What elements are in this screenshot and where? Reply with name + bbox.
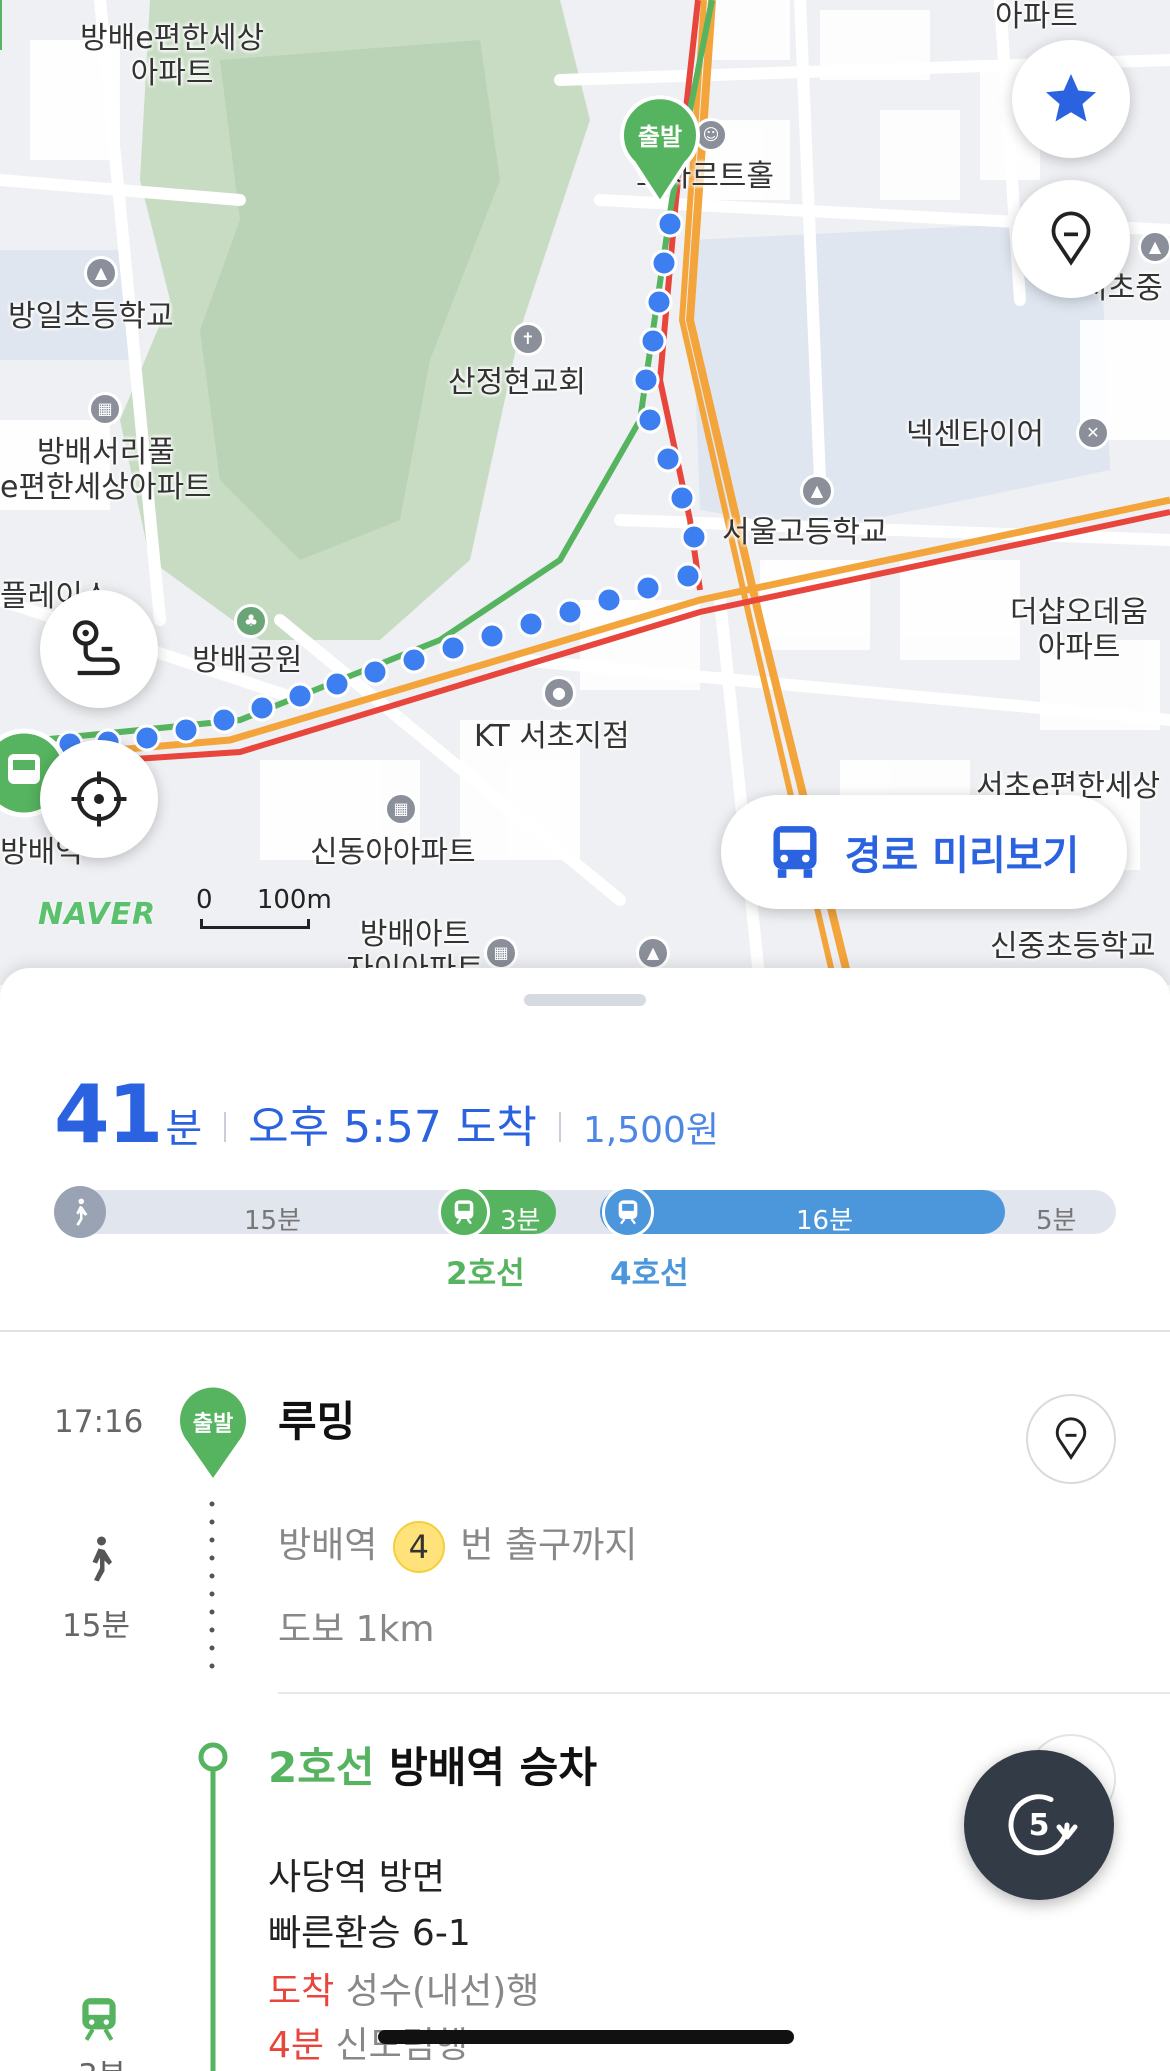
scale-start-label: 0 bbox=[196, 885, 213, 915]
repair-poi-icon[interactable]: ✕ bbox=[1076, 416, 1110, 450]
walk-dest-prefix: 방배역 bbox=[278, 1525, 378, 1566]
exit-number-badge: 4 bbox=[392, 1521, 445, 1573]
start-badge-label: 출발 bbox=[192, 1412, 234, 1437]
route-preview-label: 경로 미리보기 bbox=[844, 833, 1080, 879]
sheet-drag-handle[interactable] bbox=[524, 994, 646, 1006]
apartment-poi-icon[interactable]: ▦ bbox=[88, 392, 122, 426]
map-label-bangbae-e-apt[interactable]: 방배e편한세상 아파트 bbox=[80, 21, 264, 91]
star-icon bbox=[1046, 74, 1096, 122]
map-label-sanjeong-church[interactable]: 산정현교회 bbox=[448, 365, 586, 401]
walk-step-icon bbox=[82, 1534, 118, 1588]
line2-segment-icon bbox=[438, 1186, 490, 1238]
fast-transfer-text: 빠른환승 6-1 bbox=[268, 1913, 471, 1954]
start-location-button[interactable] bbox=[1026, 1394, 1116, 1484]
refresh-icon: 5 bbox=[1008, 1794, 1078, 1856]
start-pin-label: 출발 bbox=[637, 123, 683, 151]
subway-time: 3분 bbox=[78, 2050, 126, 2071]
route-summary: 41 분 오후 5:57 도착 1,500원 bbox=[54, 1068, 719, 1161]
map-label-bangbae-seori[interactable]: 방배서리풀 e편한세상아파트 bbox=[0, 435, 212, 505]
apartment-poi-icon-art[interactable]: ▦ bbox=[484, 936, 518, 970]
walk-segment-icon bbox=[54, 1186, 106, 1238]
scale-bar bbox=[200, 919, 310, 929]
refresh-count: 5 bbox=[1029, 1808, 1050, 1843]
walk-dest-suffix: 번 출구까지 bbox=[460, 1525, 638, 1566]
subway-step-icon bbox=[74, 1994, 124, 2048]
map-label-bangbae-park[interactable]: 방배공원 bbox=[192, 643, 302, 679]
fare-amount: 1,500원 bbox=[582, 1110, 720, 1151]
school-poi-icon-sinjung[interactable]: ▲ bbox=[636, 936, 670, 970]
start-pin-marker[interactable]: 출발 bbox=[620, 95, 700, 207]
start-badge: 출발 bbox=[178, 1384, 248, 1480]
route-options-button[interactable] bbox=[40, 590, 158, 708]
walk-duration-2: 5분 bbox=[1036, 1206, 1077, 1236]
line4-segment-icon bbox=[602, 1186, 654, 1238]
line4-duration: 16분 bbox=[796, 1206, 854, 1236]
kt-poi-icon[interactable]: ● bbox=[542, 676, 576, 710]
map-label-apt-top-right[interactable]: 아파트 bbox=[995, 0, 1078, 35]
boarding-station: 방배역 승차 bbox=[389, 1743, 597, 1792]
step-divider bbox=[278, 1692, 1170, 1694]
arrival-destination: 성수(내선)행 bbox=[345, 1971, 540, 2012]
map-label-kt-seocho[interactable]: KT 서초지점 bbox=[474, 719, 630, 755]
map-pin-icon bbox=[1051, 211, 1091, 266]
map-label-the-sharp[interactable]: 더샵오데움 아파트 bbox=[1010, 595, 1148, 665]
arrival-tag: 도착 bbox=[268, 1971, 335, 2012]
school-poi-icon[interactable]: ▲ bbox=[84, 256, 118, 290]
church-poi-icon[interactable]: ✝ bbox=[511, 322, 545, 356]
map-label-sinjung-school[interactable]: 신중초등학교 bbox=[990, 929, 1156, 965]
section-divider bbox=[0, 1330, 1170, 1332]
boarding-title: 2호선 방배역 승차 bbox=[268, 1734, 597, 1795]
current-location-button[interactable] bbox=[40, 740, 158, 858]
route-icon bbox=[72, 620, 120, 676]
subway-icon-line4 bbox=[618, 1200, 638, 1225]
walk-duration-1: 15분 bbox=[244, 1206, 302, 1236]
map-view[interactable]: 방배e편한세상 아파트 아파트 모차르트홀 ☺ ▲ 방일초등학교 ✝ 산정현교회… bbox=[0, 0, 1170, 985]
minutes-unit: 분 bbox=[165, 1106, 203, 1152]
route-preview-button[interactable]: 경로 미리보기 bbox=[721, 795, 1127, 909]
subway-icon bbox=[454, 1200, 474, 1225]
school-poi-icon-right[interactable]: ▲ bbox=[1138, 230, 1170, 264]
start-place-name: 루밍 bbox=[278, 1397, 356, 1446]
apartment-poi-icon-shindong[interactable]: ▦ bbox=[384, 792, 418, 826]
map-label-nexen-tire[interactable]: 넥센타이어 bbox=[906, 417, 1044, 453]
walking-person-icon-step bbox=[92, 1536, 112, 1582]
map-scale: 0 100m bbox=[196, 885, 332, 929]
school-poi-icon-seoul[interactable]: ▲ bbox=[800, 474, 834, 508]
bus-icon bbox=[773, 826, 817, 878]
summary-separator-2 bbox=[558, 1112, 561, 1142]
map-pin-icon-start bbox=[1055, 1417, 1087, 1460]
crosshair-icon bbox=[71, 771, 127, 827]
naver-logo: NAVER bbox=[38, 897, 157, 932]
route-detail-sheet[interactable]: 41 분 오후 5:57 도착 1,500원 15분 3분 16분 5분 2호선… bbox=[0, 968, 1170, 2071]
location-pin-button[interactable] bbox=[1012, 180, 1130, 298]
scale-distance-label: 100m bbox=[256, 885, 332, 915]
line2-duration: 3분 bbox=[500, 1206, 541, 1236]
arrival-info: 도착 성수(내선)행 bbox=[268, 1962, 539, 2014]
map-label-seoul-high[interactable]: 서울고등학교 bbox=[722, 515, 888, 551]
arrival-time: 오후 5:57 도착 bbox=[248, 1102, 537, 1153]
line2-connector bbox=[198, 1742, 228, 2071]
walk-connector bbox=[209, 1501, 215, 1669]
line2-tag: 2호선 bbox=[446, 1256, 525, 1292]
boarding-line: 2호선 bbox=[268, 1743, 375, 1792]
next-train-tag: 4분 bbox=[268, 2025, 325, 2066]
total-minutes: 41 bbox=[54, 1068, 163, 1161]
direction-text: 사당역 방면 bbox=[268, 1857, 446, 1898]
home-indicator[interactable] bbox=[378, 2030, 794, 2044]
walk-distance: 도보 1km bbox=[278, 1609, 435, 1650]
favorite-button[interactable] bbox=[1012, 40, 1130, 158]
subway-icon-step bbox=[82, 1998, 116, 2041]
refresh-countdown-button[interactable]: 5 bbox=[964, 1750, 1114, 1900]
line4-tag: 4호선 bbox=[610, 1256, 689, 1292]
map-label-shindong-apt[interactable]: 신동아아파트 bbox=[310, 835, 476, 871]
map-label-bangil-school[interactable]: 방일초등학교 bbox=[8, 299, 174, 335]
walk-destination: 방배역 4 번 출구까지 bbox=[278, 1516, 637, 1573]
summary-separator bbox=[224, 1112, 227, 1142]
start-time: 17:16 bbox=[54, 1404, 144, 1440]
park-poi-icon[interactable]: ♣ bbox=[234, 604, 268, 638]
walking-person-icon bbox=[76, 1198, 88, 1226]
walk-time: 15분 bbox=[62, 1608, 130, 1644]
